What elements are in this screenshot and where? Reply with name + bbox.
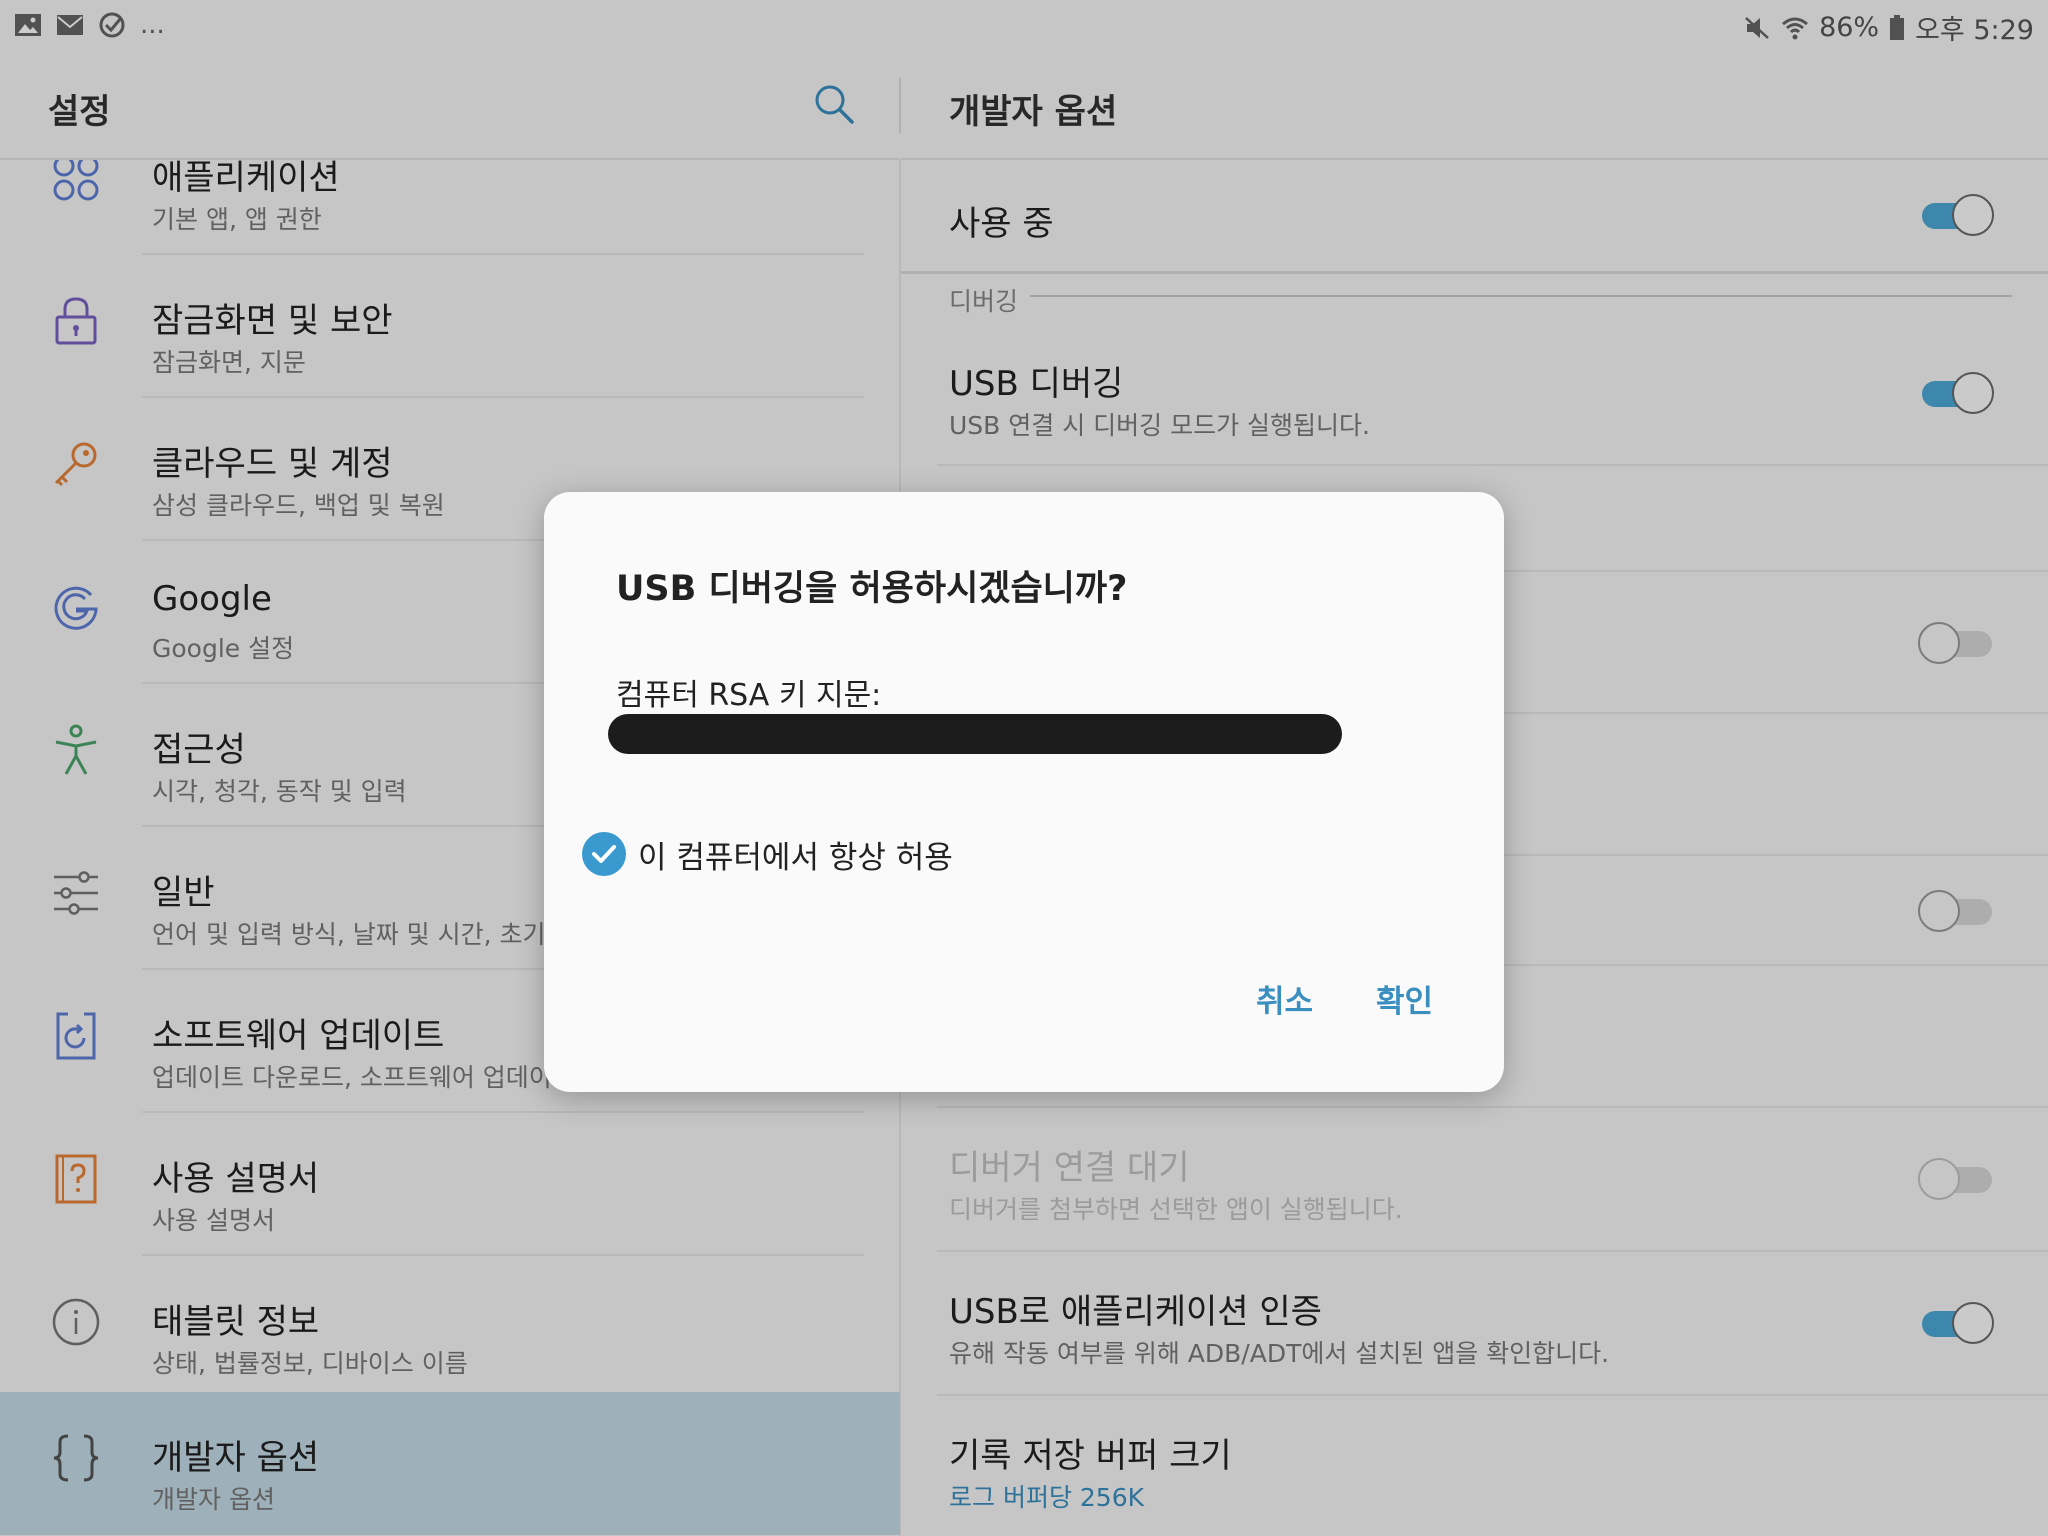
usb-debugging-dialog: USB 디버깅을 허용하시겠습니까? 컴퓨터 RSA 키 지문: 이 컴퓨터에서… xyxy=(544,492,1504,1092)
always-allow-label[interactable]: 이 컴퓨터에서 항상 허용 xyxy=(638,832,953,877)
redacted-fingerprint xyxy=(608,714,1342,754)
cancel-button[interactable]: 취소 xyxy=(1256,976,1313,1021)
rsa-fingerprint-label: 컴퓨터 RSA 키 지문: xyxy=(616,678,882,713)
ok-button[interactable]: 확인 xyxy=(1376,976,1433,1021)
checkmark-icon xyxy=(592,845,616,863)
dialog-title: USB 디버깅을 허용하시겠습니까? xyxy=(616,569,1128,609)
always-allow-checkbox[interactable] xyxy=(582,832,626,876)
